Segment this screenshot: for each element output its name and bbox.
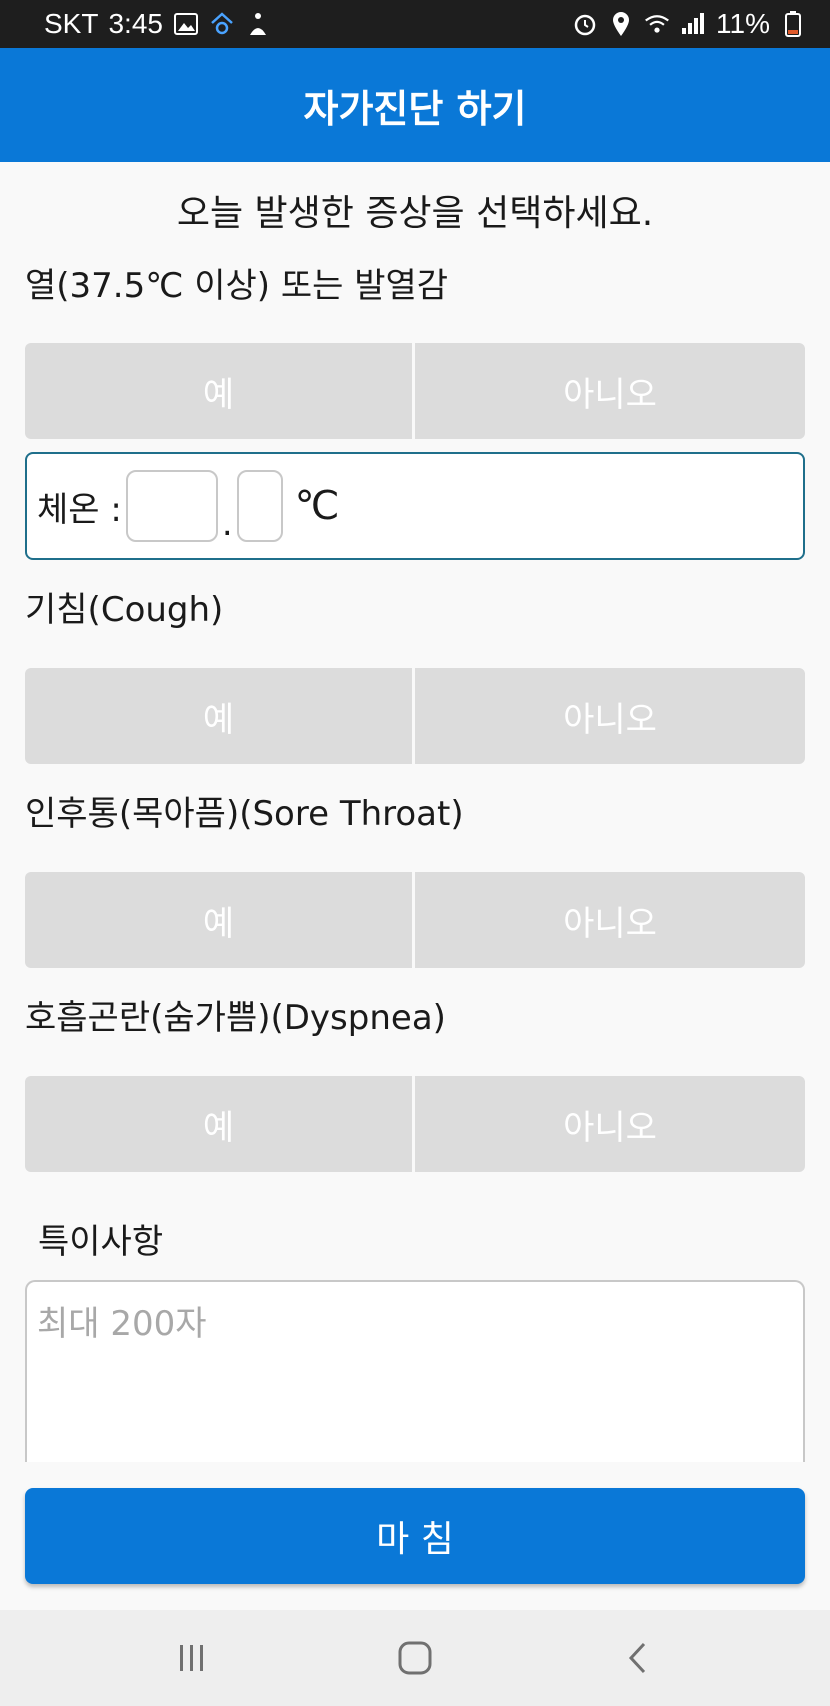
instruction-text: 오늘 발생한 증상을 선택하세요. [176, 193, 654, 234]
notes-textarea[interactable]: 최대 200자 [25, 1280, 805, 1462]
fever-no-button[interactable]: 아니오 [415, 343, 805, 439]
home-sync-icon [209, 11, 235, 37]
question-cough-options: 예 아니오 [25, 668, 805, 764]
recent-apps-icon[interactable] [162, 1628, 222, 1688]
home-icon[interactable] [385, 1628, 445, 1688]
symptom-form: 오늘 발생한 증상을 선택하세요. 열(37.5℃ 이상) 또는 발열감 예 아… [0, 162, 830, 1462]
page-title: 자가진단 하기 [303, 86, 527, 131]
cough-no-button[interactable]: 아니오 [415, 668, 805, 764]
temperature-decimal-input[interactable] [236, 470, 283, 542]
question-dyspnea-options: 예 아니오 [25, 1076, 805, 1172]
accessibility-icon [245, 11, 271, 37]
question-fever-label: 열(37.5℃ 이상) 또는 발열감 [25, 266, 449, 306]
finish-button[interactable]: 마 침 [25, 1488, 805, 1584]
dyspnea-no-button[interactable]: 아니오 [415, 1076, 805, 1172]
question-fever-options: 예 아니오 [25, 343, 805, 439]
battery-percent: 11% [716, 8, 770, 39]
fever-yes-button[interactable]: 예 [25, 343, 412, 439]
wifi-icon [644, 11, 670, 37]
notes-label: 특이사항 [38, 1222, 164, 1262]
sore-throat-yes-button[interactable]: 예 [25, 872, 412, 968]
cough-yes-button[interactable]: 예 [25, 668, 412, 764]
temperature-unit: ℃ [294, 484, 340, 528]
clock-time: 3:45 [108, 8, 163, 39]
image-icon [173, 11, 199, 37]
back-icon[interactable] [608, 1628, 668, 1688]
temperature-box: 체온 : . ℃ [25, 452, 805, 560]
sore-throat-no-button[interactable]: 아니오 [415, 872, 805, 968]
temperature-integer-input[interactable] [125, 470, 218, 542]
carrier-label: SKT [44, 8, 99, 39]
dyspnea-yes-button[interactable]: 예 [25, 1076, 412, 1172]
battery-icon [780, 11, 806, 37]
alarm-icon [572, 11, 598, 37]
question-cough-label: 기침(Cough) [25, 590, 224, 630]
temperature-label: 체온 : [37, 489, 122, 530]
signal-icon [680, 11, 706, 37]
status-bar: SKT 3:45 11% [0, 0, 830, 48]
temperature-decimal-point: . [221, 504, 233, 544]
question-dyspnea-label: 호흡곤란(숨가쁨)(Dyspnea) [25, 998, 446, 1038]
question-sore-throat-options: 예 아니오 [25, 872, 805, 968]
system-nav-bar [0, 1610, 830, 1706]
app-header: 자가진단 하기 [0, 48, 830, 162]
question-sore-throat-label: 인후통(목아픔)(Sore Throat) [25, 794, 464, 834]
location-icon [608, 11, 634, 37]
